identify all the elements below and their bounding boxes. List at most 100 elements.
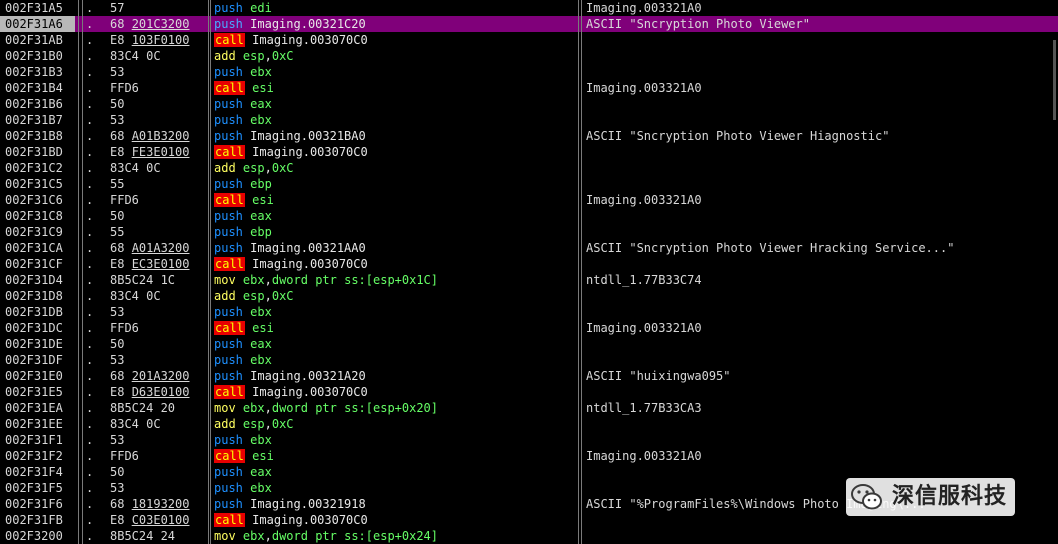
flow-marker: .	[86, 497, 94, 511]
mnemonic-add: add	[214, 49, 236, 63]
instruction-row[interactable]: 002F31A5. 57 push edi Imaging.003321A0	[0, 0, 1058, 16]
instruction-row[interactable]: 002F31B4. FFD6 call esi Imaging.003321A0	[0, 80, 1058, 96]
instruction-cell: push ebp	[214, 224, 574, 240]
instruction-cell: call esi	[214, 192, 574, 208]
mnemonic-call: call	[214, 385, 245, 399]
flow-marker: .	[86, 465, 94, 479]
hex-byte-group: 68	[110, 129, 132, 143]
address-cell: 002F31E5	[5, 385, 63, 399]
instruction-row[interactable]: 002F31EA. 8B5C24 20 mov ebx,dword ptr ss:[…	[0, 400, 1058, 416]
flow-marker: .	[86, 305, 94, 319]
instruction-row[interactable]: 002F31B3. 53 push ebx	[0, 64, 1058, 80]
instruction-row[interactable]: 002F31C8. 50 push eax	[0, 208, 1058, 224]
hex-bytes-cell: 50	[110, 208, 208, 224]
hex-bytes-cell: 53	[110, 112, 208, 128]
flow-marker: .	[86, 513, 94, 527]
instruction-cell: push edi	[214, 0, 574, 16]
address-cell: 002F31F1	[5, 433, 63, 447]
instruction-row[interactable]: 002F31CA. 68 A01A3200 push Imaging.00321AA…	[0, 240, 1058, 256]
comment-cell	[586, 336, 1056, 352]
hex-bytes-cell: 83C4 0C	[110, 160, 208, 176]
comment-cell	[586, 32, 1056, 48]
operand: ebx	[250, 113, 272, 127]
hex-bytes-cell: 53	[110, 64, 208, 80]
mnemonic-push: push	[214, 369, 243, 383]
operand: ebx	[242, 401, 265, 415]
instruction-row[interactable]: 002F31E5. E8 D63E0100 call Imaging.003070C…	[0, 384, 1058, 400]
mnemonic-call: call	[214, 193, 245, 207]
instruction-row[interactable]: 002F31BD. E8 FE3E0100 call Imaging.003070C…	[0, 144, 1058, 160]
instruction-row[interactable]: 002F31D4. 8B5C24 1C mov ebx,dword ptr ss:[…	[0, 272, 1058, 288]
mnemonic-push: push	[214, 113, 243, 127]
flow-marker: .	[86, 33, 94, 47]
address-cell: 002F31A6	[0, 16, 75, 32]
instruction-cell: push Imaging.00321A20	[214, 368, 574, 384]
instruction-row[interactable]: 002F31C2. 83C4 0C add esp,0xC	[0, 160, 1058, 176]
instruction-row[interactable]: 002F31DC. FFD6 call esi Imaging.003321A0	[0, 320, 1058, 336]
hex-bytes-cell: 8B5C24 24	[110, 528, 208, 544]
hex-byte-group: E8	[110, 385, 132, 399]
hex-byte-group: 8B5C24 1C	[110, 273, 176, 287]
mnemonic-push: push	[214, 97, 243, 111]
operand: esp	[242, 49, 265, 63]
flow-marker: .	[86, 225, 94, 239]
mnemonic-add: add	[214, 161, 236, 175]
address-cell: 002F31DE	[5, 337, 63, 351]
hex-bytes-cell: 68 201C3200	[110, 16, 208, 32]
flow-marker: .	[86, 129, 94, 143]
address-cell: 002F31C9	[5, 225, 63, 239]
instruction-row[interactable]: 002F31D8. 83C4 0C add esp,0xC	[0, 288, 1058, 304]
operand: ,	[264, 529, 272, 543]
instruction-cell: mov ebx,dword ptr ss:[esp+0x1C]	[214, 272, 574, 288]
instruction-row[interactable]: 002F31C5. 55 push ebp	[0, 176, 1058, 192]
address-cell: 002F31D8	[5, 289, 63, 303]
instruction-row[interactable]: 002F31F2. FFD6 call esi Imaging.003321A0	[0, 448, 1058, 464]
mnemonic-push: push	[214, 241, 243, 255]
instruction-row[interactable]: 002F31B6. 50 push eax	[0, 96, 1058, 112]
mnemonic-push: push	[214, 177, 243, 191]
instruction-row[interactable]: 002F31B8. 68 A01B3200 push Imaging.00321BA…	[0, 128, 1058, 144]
hex-bytes-cell: FFD6	[110, 320, 208, 336]
flow-marker: .	[86, 385, 94, 399]
operand: ,	[264, 417, 272, 431]
instruction-row[interactable]: 002F31C9. 55 push ebp	[0, 224, 1058, 240]
hex-byte-group: A01B3200	[131, 129, 190, 143]
instruction-row[interactable]: 002F31AB. E8 103F0100 call Imaging.003070C…	[0, 32, 1058, 48]
instruction-row[interactable]: 002F31DB. 53 push ebx	[0, 304, 1058, 320]
hex-byte-group: FE3E0100	[131, 145, 190, 159]
comment-cell	[586, 96, 1056, 112]
vertical-scrollbar[interactable]	[1048, 40, 1058, 120]
instruction-cell: add esp,0xC	[214, 288, 574, 304]
hex-byte-group: 68	[110, 497, 132, 511]
instruction-row[interactable]: 002F31E0. 68 201A3200 push Imaging.00321A2…	[0, 368, 1058, 384]
scrollbar-thumb[interactable]	[1053, 40, 1056, 120]
instruction-row[interactable]: 002F31F1. 53 push ebx	[0, 432, 1058, 448]
hex-bytes-cell: FFD6	[110, 192, 208, 208]
instruction-row[interactable]: 002F31CF. E8 EC3E0100 call Imaging.003070C…	[0, 256, 1058, 272]
instruction-cell: push Imaging.00321918	[214, 496, 574, 512]
instruction-row[interactable]: 002F31DF. 53 push ebx	[0, 352, 1058, 368]
selected-instruction-row[interactable]: 002F31A6. 68 201C3200 push Imaging.00321C2…	[0, 16, 1058, 32]
disassembly-pane[interactable]: 002F31A5. 57 push edi Imaging.003321A0 002F3…	[0, 0, 1058, 544]
instruction-cell: call esi	[214, 448, 574, 464]
instruction-cell: call Imaging.003070C0	[214, 32, 574, 48]
address-cell: 002F31B6	[5, 97, 63, 111]
hex-byte-group: E8	[110, 145, 132, 159]
instruction-row[interactable]: 002F31C6. FFD6 call esi Imaging.003321A0	[0, 192, 1058, 208]
operand: Imaging.003070C0	[252, 385, 368, 399]
hex-bytes-cell: FFD6	[110, 80, 208, 96]
instruction-row[interactable]: 002F31B7. 53 push ebx	[0, 112, 1058, 128]
instruction-row[interactable]: 002F31EE. 83C4 0C add esp,0xC	[0, 416, 1058, 432]
hex-bytes-cell: 53	[110, 304, 208, 320]
instruction-row[interactable]: 002F3200. 8B5C24 24 mov ebx,dword ptr ss:[…	[0, 528, 1058, 544]
hex-byte-group: FFD6	[110, 449, 139, 463]
mnemonic-push: push	[214, 433, 243, 447]
hex-bytes-cell: E8 C03E0100	[110, 512, 208, 528]
mnemonic-push: push	[214, 353, 243, 367]
instruction-row[interactable]: 002F31DE. 50 push eax	[0, 336, 1058, 352]
hex-byte-group: 8B5C24 20	[110, 401, 176, 415]
comment-cell: ntdll_1.77B33C74	[586, 273, 702, 287]
hex-bytes-cell: 8B5C24 1C	[110, 272, 208, 288]
mnemonic-push: push	[214, 1, 243, 15]
instruction-row[interactable]: 002F31B0. 83C4 0C add esp,0xC	[0, 48, 1058, 64]
